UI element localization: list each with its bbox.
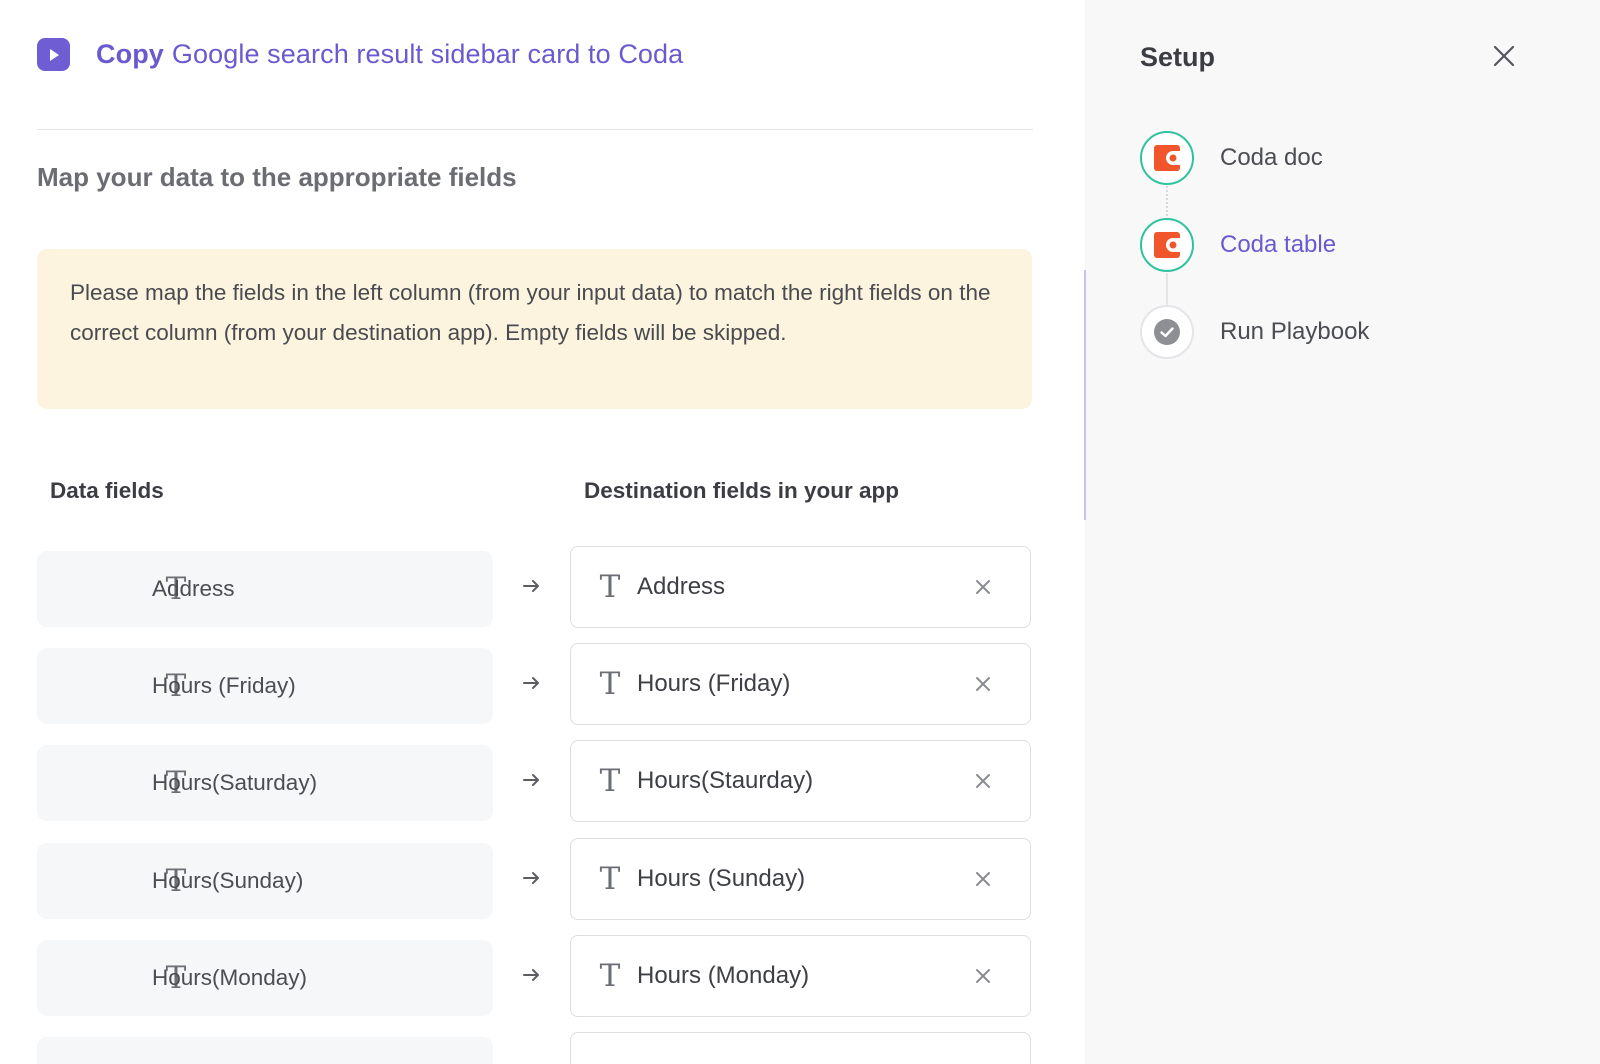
source-field: T Address: [37, 551, 493, 627]
clear-icon[interactable]: [971, 964, 995, 988]
text-type-icon: T: [599, 569, 621, 605]
source-field: T Hours (Friday): [37, 648, 493, 724]
step-run-playbook[interactable]: Run Playbook: [1140, 305, 1369, 359]
step-label: Coda doc: [1220, 144, 1323, 171]
source-field-label: Hours(Sunday): [152, 868, 304, 893]
mapping-panel: Copy Google search result sidebar card to…: [0, 0, 1085, 1064]
clear-icon[interactable]: [971, 575, 995, 599]
step-label: Run Playbook: [1220, 318, 1370, 345]
mapping-row: [0, 1032, 1085, 1064]
playbook-verb: Copy: [96, 39, 164, 69]
text-type-icon: T: [599, 763, 621, 799]
header-divider: [37, 129, 1033, 130]
destination-field[interactable]: [570, 1032, 1031, 1064]
mapping-row: T Address T Address: [0, 546, 1085, 628]
source-field-label: Hours(Saturday): [152, 770, 318, 795]
destination-field[interactable]: T Hours (Friday): [570, 643, 1031, 725]
step-label: Coda table: [1220, 231, 1337, 258]
destination-field-label: Address: [637, 573, 726, 600]
arrow-right-icon: [523, 969, 539, 981]
playbook-title: Copy Google search result sidebar card to…: [96, 39, 683, 70]
step-status-ring: [1140, 131, 1194, 185]
setup-title: Setup: [1140, 42, 1216, 72]
text-type-icon: T: [599, 666, 621, 702]
arrow-right-icon: [523, 774, 539, 786]
clear-icon[interactable]: [971, 769, 995, 793]
clear-icon[interactable]: [971, 867, 995, 891]
data-fields-heading: Data fields: [50, 478, 164, 503]
step-coda-doc[interactable]: Coda doc: [1140, 131, 1323, 185]
step-status-ring: [1140, 218, 1194, 272]
arrow-right-icon: [523, 580, 539, 592]
check-circle-icon: [1154, 319, 1180, 345]
source-field-label: Hours (Friday): [152, 673, 296, 698]
source-field: T Hours(Monday): [37, 940, 493, 1016]
source-field-label: Hours(Monday): [152, 965, 308, 990]
play-icon: [37, 38, 70, 71]
step-connector: [1166, 273, 1168, 305]
source-field: [37, 1037, 493, 1064]
step-status-ring: [1140, 305, 1194, 359]
coda-icon: [1154, 145, 1180, 171]
destination-field-label: Hours(Staurday): [637, 767, 814, 794]
section-title: Map your data to the appropriate fields: [37, 162, 517, 192]
arrow-right-icon: [523, 677, 539, 689]
source-field: T Hours(Sunday): [37, 843, 493, 919]
destination-field-label: Hours (Friday): [637, 670, 791, 697]
coda-icon: [1154, 232, 1180, 258]
close-icon[interactable]: [1490, 42, 1518, 70]
panel-divider-accent: [1084, 270, 1086, 520]
mapping-row: T Hours (Friday) T Hours (Friday): [0, 643, 1085, 725]
text-type-icon: T: [599, 958, 621, 994]
destination-field-label: Hours (Sunday): [637, 865, 806, 892]
mapping-notice: Please map the fields in the left column…: [37, 249, 1032, 409]
arrow-right-icon: [523, 872, 539, 884]
destination-field[interactable]: T Hours (Monday): [570, 935, 1031, 1017]
source-field: T Hours(Saturday): [37, 745, 493, 821]
playbook-name: Google search result sidebar card to Cod…: [171, 39, 684, 69]
mapping-row: T Hours(Saturday) T Hours(Staurday): [0, 740, 1085, 822]
mapping-row: T Hours(Monday) T Hours (Monday): [0, 935, 1085, 1017]
destination-field[interactable]: T Hours (Sunday): [570, 838, 1031, 920]
text-type-icon: T: [599, 861, 621, 897]
destination-field-label: Hours (Monday): [637, 962, 810, 989]
clear-icon[interactable]: [971, 672, 995, 696]
playbook-header: Copy Google search result sidebar card to…: [37, 38, 683, 71]
destination-field[interactable]: T Address: [570, 546, 1031, 628]
step-coda-table[interactable]: Coda table: [1140, 218, 1336, 272]
destination-field[interactable]: T Hours(Staurday): [570, 740, 1031, 822]
mapping-row: T Hours(Sunday) T Hours (Sunday): [0, 838, 1085, 920]
step-connector: [1166, 186, 1168, 216]
destination-fields-heading: Destination fields in your app: [584, 478, 900, 503]
source-field-label: Address: [152, 576, 235, 601]
